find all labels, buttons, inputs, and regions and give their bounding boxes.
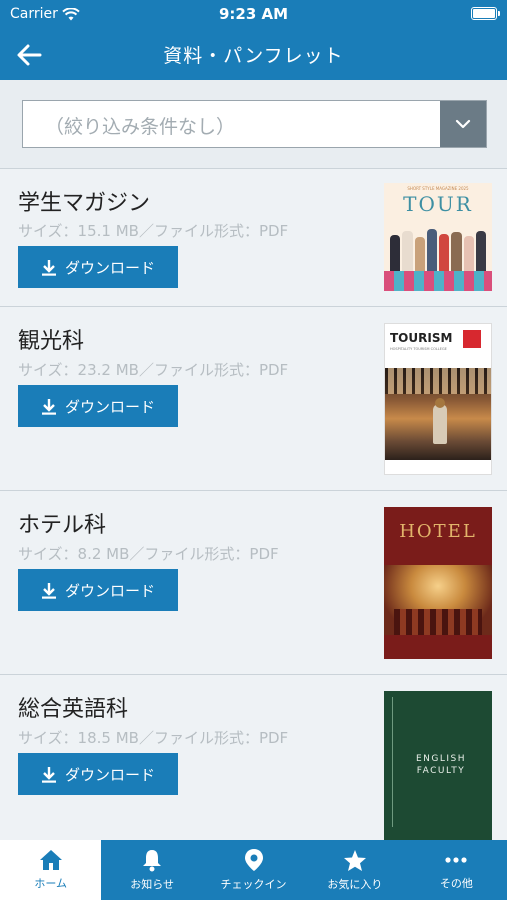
battery-icon xyxy=(471,7,500,20)
cover-title: HOTEL xyxy=(399,521,477,542)
download-button[interactable]: ダウンロード xyxy=(18,385,178,427)
tab-label: チェックイン xyxy=(220,878,287,891)
cover-thumbnail[interactable]: SHORT STYLE MAGAZINE 2025 TOUR xyxy=(384,183,492,291)
tab-checkin[interactable]: チェックイン xyxy=(203,840,304,900)
status-bar: Carrier 9:23 AM xyxy=(0,0,507,28)
list-item: 学生マガジン サイズ：15.1 MB／ファイル形式：PDF ダウンロード SHO… xyxy=(0,168,507,306)
item-title: 総合英語科 xyxy=(18,697,129,722)
cover-photo xyxy=(384,565,492,635)
clock: 9:23 AM xyxy=(218,5,289,23)
item-meta: サイズ：23.2 MB／ファイル形式：PDF xyxy=(18,361,289,379)
item-meta: サイズ：15.1 MB／ファイル形式：PDF xyxy=(18,222,289,240)
tab-label: お知らせ xyxy=(130,878,174,891)
location-pin-icon xyxy=(244,849,263,871)
brochure-list: 学生マガジン サイズ：15.1 MB／ファイル形式：PDF ダウンロード SHO… xyxy=(0,168,507,845)
cover-stripes xyxy=(384,271,492,291)
bell-icon xyxy=(143,850,162,872)
download-button[interactable]: ダウンロード xyxy=(18,569,178,611)
cover-rule xyxy=(392,697,393,827)
item-title: 学生マガジン xyxy=(18,191,151,216)
download-button-label: ダウンロード xyxy=(64,397,155,416)
cover-thumbnail[interactable]: ENGLISH FACULTY xyxy=(384,691,492,845)
tab-more[interactable]: その他 xyxy=(406,840,507,900)
page-title: 資料・パンフレット xyxy=(163,45,344,67)
tab-label: その他 xyxy=(439,877,473,890)
cover-logo xyxy=(463,330,481,348)
list-item: 総合英語科 サイズ：18.5 MB／ファイル形式：PDF ダウンロード ENGL… xyxy=(0,674,507,845)
chevron-down-icon xyxy=(455,119,471,129)
home-icon xyxy=(39,850,62,870)
download-button-label: ダウンロード xyxy=(64,258,155,277)
filter-value: （絞り込み条件なし） xyxy=(45,116,236,138)
download-button[interactable]: ダウンロード xyxy=(18,246,178,288)
cover-tagline: HOSPITALITY TOURISM COLLEGE xyxy=(390,347,447,351)
tab-label: お気に入り xyxy=(327,877,383,891)
more-dots-icon xyxy=(445,857,467,863)
download-icon xyxy=(41,766,56,783)
list-item: 観光科 サイズ：23.2 MB／ファイル形式：PDF ダウンロード TOURIS… xyxy=(0,306,507,490)
list-item: ホテル科 サイズ：8.2 MB／ファイル形式：PDF ダウンロード HOTEL xyxy=(0,490,507,674)
download-button[interactable]: ダウンロード xyxy=(18,753,178,795)
tab-notifications[interactable]: お知らせ xyxy=(101,840,202,900)
filter-dropdown-button[interactable] xyxy=(440,101,486,147)
cover-thumbnail[interactable]: HOTEL xyxy=(384,507,492,659)
tab-home[interactable]: ホーム xyxy=(0,840,102,900)
cover-tagline: SHORT STYLE MAGAZINE 2025 xyxy=(407,186,469,191)
download-button-label: ダウンロード xyxy=(64,765,155,784)
cover-photo xyxy=(390,227,486,271)
cover-title: ENGLISH FACULTY xyxy=(415,754,467,776)
item-title: ホテル科 xyxy=(18,513,107,538)
download-icon xyxy=(41,398,56,415)
tab-favorites[interactable]: お気に入り xyxy=(304,840,405,900)
filter-select[interactable]: （絞り込み条件なし） xyxy=(22,100,487,148)
item-meta: サイズ：8.2 MB／ファイル形式：PDF xyxy=(18,545,279,563)
item-title: 観光科 xyxy=(18,329,85,354)
navigation-bar: 資料・パンフレット xyxy=(0,28,507,80)
tab-label: ホーム xyxy=(34,877,68,890)
cover-photo xyxy=(385,368,491,460)
download-icon xyxy=(41,259,56,276)
tab-bar: ホーム お知らせ チェックイン お気に入り その他 xyxy=(0,840,507,900)
download-icon xyxy=(41,582,56,599)
cover-title: TOUR xyxy=(403,192,473,216)
cover-thumbnail[interactable]: TOURISM HOSPITALITY TOURISM COLLEGE xyxy=(384,323,492,475)
download-button-label: ダウンロード xyxy=(64,581,155,600)
item-meta: サイズ：18.5 MB／ファイル形式：PDF xyxy=(18,729,289,747)
cover-title: TOURISM xyxy=(390,331,453,345)
star-icon xyxy=(343,849,366,871)
